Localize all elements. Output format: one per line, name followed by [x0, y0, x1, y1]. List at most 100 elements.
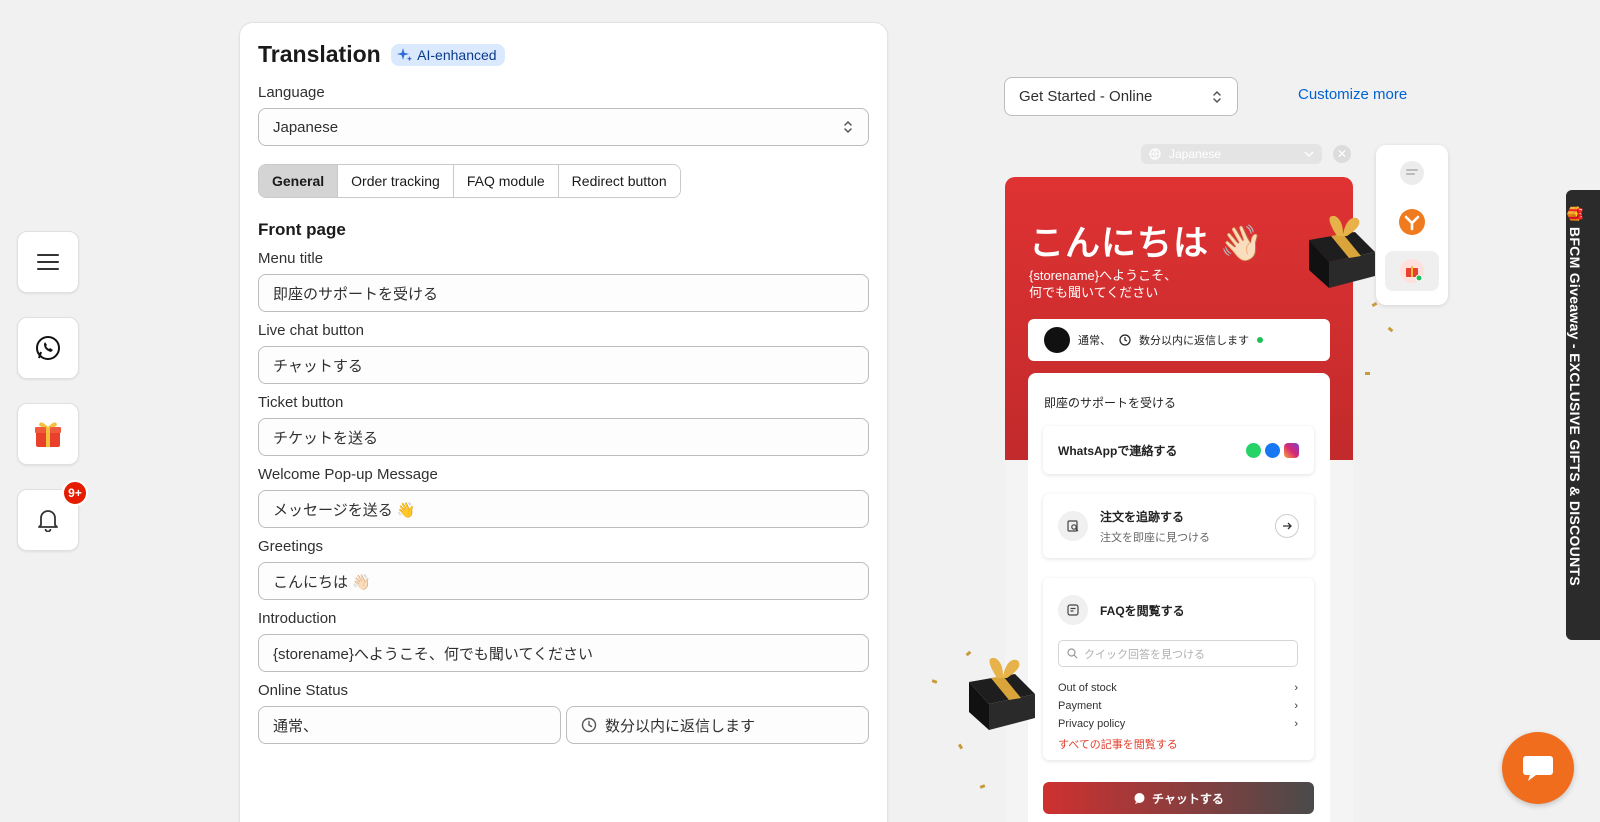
- translation-card: Translation AI-enhanced Language Japanes…: [239, 22, 888, 822]
- faq-item-label: Out of stock: [1058, 682, 1117, 694]
- arrow-right-icon: [1275, 514, 1299, 538]
- customize-more-link[interactable]: Customize more: [1298, 86, 1407, 103]
- preset-select[interactable]: Get Started - Online: [1004, 77, 1238, 116]
- live-chat-button-input[interactable]: チャットする: [258, 346, 869, 384]
- tab-order-tracking[interactable]: Order tracking: [338, 165, 454, 197]
- facebook-icon: [1265, 442, 1280, 458]
- ticket-button-label: Ticket button: [258, 394, 344, 411]
- faq-item[interactable]: Payment ›: [1058, 697, 1298, 715]
- whatsapp-contact-label: WhatsAppで連絡する: [1058, 443, 1178, 458]
- widget-status-card: 通常、 数分以内に返信します: [1028, 319, 1330, 361]
- sparkle-icon: [397, 47, 413, 61]
- widget-intro-line2: 何でも聞いてください: [1029, 285, 1159, 300]
- gift-icon: [35, 422, 61, 447]
- whatsapp-contact-card[interactable]: WhatsAppで連絡する: [1043, 426, 1314, 474]
- online-dot: [1257, 337, 1263, 343]
- order-tracking-text: 注文を追跡する 注文を即座に見つける: [1100, 508, 1263, 545]
- widget-chat-button[interactable]: チャットする: [1043, 782, 1314, 814]
- faq-title: FAQを閲覧する: [1100, 603, 1185, 618]
- avatar: [1044, 327, 1070, 353]
- hamburger-icon: [37, 254, 59, 270]
- launcher-preview: [1376, 145, 1448, 305]
- gift-box-decoration: [1309, 215, 1375, 288]
- tab-redirect-button[interactable]: Redirect button: [558, 165, 680, 197]
- faq-search-placeholder: クイック回答を見つける: [1084, 648, 1205, 661]
- faq-item[interactable]: Privacy policy ›: [1058, 715, 1298, 733]
- notifications-button[interactable]: 9+: [17, 480, 88, 551]
- section-title: Front page: [258, 220, 346, 239]
- launcher-gift-icon[interactable]: [1385, 251, 1439, 291]
- social-icons: [1246, 442, 1299, 458]
- order-tracking-card[interactable]: 注文を追跡する 注文を即座に見つける: [1043, 494, 1314, 558]
- faq-search-input[interactable]: クイック回答を見つける: [1058, 640, 1298, 667]
- language-select[interactable]: Japanese: [258, 108, 869, 146]
- gift-box-decoration: [969, 657, 1035, 730]
- status-text-input[interactable]: 通常、: [258, 706, 561, 744]
- widget-main-panel: 即座のサポートを受ける WhatsAppで連絡する 注文を追跡する 注文を即座に…: [1028, 373, 1330, 822]
- menu-button[interactable]: [17, 231, 79, 293]
- preview-language-select[interactable]: Japanese: [1141, 144, 1322, 164]
- launcher-chat-icon[interactable]: [1385, 153, 1439, 193]
- globe-icon: [1149, 148, 1161, 160]
- faq-icon: [1058, 595, 1088, 625]
- bell-icon: [38, 510, 58, 532]
- order-tracking-subtitle: 注文を即座に見つける: [1100, 531, 1210, 544]
- reply-time-value: 数分以内に返信します: [605, 717, 756, 735]
- widget-chat-button-label: チャットする: [1152, 791, 1224, 806]
- widget-greeting: こんにちは 👋🏻: [1029, 224, 1265, 263]
- ticket-button-input[interactable]: チケットを送る: [258, 418, 869, 456]
- language-label: Language: [258, 84, 325, 101]
- greetings-input[interactable]: こんにちは 👋🏻: [258, 562, 869, 600]
- chevron-right-icon: ›: [1294, 718, 1298, 730]
- widget-intro: {storename}へようこそ、 何でも聞いてください: [1029, 267, 1177, 301]
- faq-card: FAQを閲覧する クイック回答を見つける Out of stock › Payme…: [1043, 578, 1314, 760]
- confetti: [979, 784, 986, 789]
- introduction-label: Introduction: [258, 610, 337, 627]
- live-chat-button-label: Live chat button: [258, 322, 364, 339]
- language-value: Japanese: [273, 118, 339, 136]
- preset-select-value: Get Started - Online: [1019, 88, 1153, 105]
- instagram-icon: [1284, 442, 1299, 458]
- page-title: Translation: [258, 41, 381, 67]
- tab-faq-module[interactable]: FAQ module: [453, 165, 559, 197]
- greetings-label: Greetings: [258, 538, 324, 555]
- widget-menu-title: 即座のサポートを受ける: [1044, 396, 1177, 410]
- whatsapp-icon: [36, 336, 60, 360]
- faq-item-label: Privacy policy: [1058, 718, 1126, 730]
- close-icon[interactable]: ✕: [1333, 145, 1351, 163]
- whatsapp-button[interactable]: [17, 317, 79, 379]
- launcher-brand-icon[interactable]: [1385, 202, 1439, 242]
- welcome-popup-label: Welcome Pop-up Message: [258, 466, 438, 483]
- menu-title-input[interactable]: 即座のサポートを受ける: [258, 274, 869, 312]
- preview-language-value: Japanese: [1169, 147, 1222, 161]
- chat-launcher-button[interactable]: [1502, 732, 1574, 804]
- confetti: [957, 743, 964, 750]
- menu-title-label: Menu title: [258, 250, 324, 267]
- tab-general[interactable]: General: [259, 165, 339, 197]
- bfcm-banner-text: 🎁 BFCM Giveaway - EXCLUSIVE GIFTS & DISC…: [1567, 205, 1583, 586]
- chevron-updown-icon: [844, 120, 852, 134]
- faq-view-all-link[interactable]: すべての記事を閲覧する: [1058, 736, 1298, 752]
- confetti: [1387, 326, 1394, 333]
- widget-preview: こんにちは 👋🏻 {storename}へようこそ、 何でも聞いてください 通常…: [1005, 177, 1353, 822]
- faq-item[interactable]: Out of stock ›: [1058, 679, 1298, 697]
- introduction-input[interactable]: {storename}へようこそ、何でも聞いてください: [258, 634, 869, 672]
- clock-icon: [1119, 334, 1131, 346]
- welcome-popup-input[interactable]: メッセージを送る 👋: [258, 490, 869, 528]
- chevron-down-icon: [1304, 151, 1314, 157]
- ai-enhanced-badge: AI-enhanced: [391, 43, 505, 66]
- clock-icon: [581, 717, 597, 733]
- widget-status-text: 通常、: [1078, 335, 1111, 347]
- notification-count-badge: 9+: [62, 480, 88, 506]
- widget-reply-text: 数分以内に返信します: [1139, 335, 1249, 347]
- chat-bubble-icon: [1523, 756, 1553, 781]
- translation-tabs: General Order tracking FAQ module Redire…: [258, 164, 681, 198]
- widget-intro-line1: {storename}へようこそ、: [1029, 268, 1178, 283]
- reply-time-input[interactable]: 数分以内に返信します: [566, 706, 869, 744]
- online-status-row: 通常、 数分以内に返信します: [258, 706, 869, 744]
- chat-bubble-icon: [1134, 792, 1145, 804]
- online-status-label: Online Status: [258, 682, 349, 699]
- chevron-updown-icon: [1213, 90, 1221, 103]
- gift-button[interactable]: [17, 403, 79, 465]
- faq-header: FAQを閲覧する: [1058, 595, 1185, 625]
